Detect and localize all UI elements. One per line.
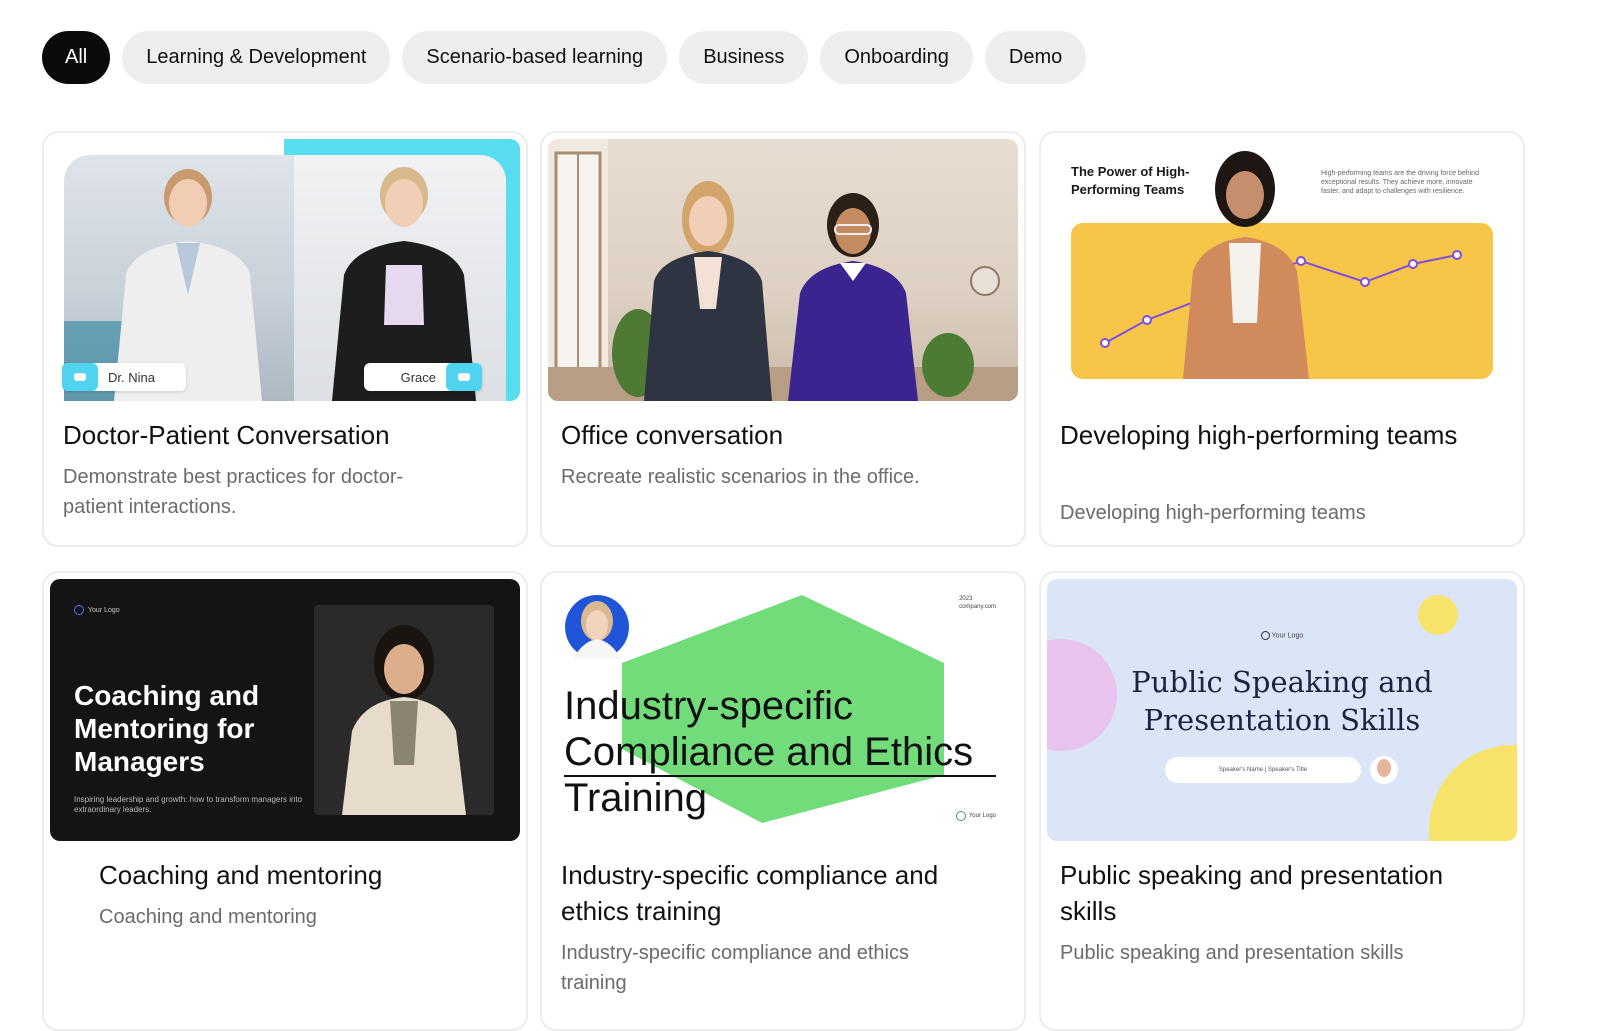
thumbnail-heading: Coaching and Mentoring for Managers: [74, 680, 260, 777]
thumbnail-year: 2023: [959, 596, 973, 602]
card-title: Developing high-performing teams: [1060, 420, 1458, 450]
speaker-name-pill: Speaker's Name | Speaker's Title: [1165, 757, 1361, 783]
template-card-compliance-ethics[interactable]: Industry-specific Compliance and Ethics …: [540, 571, 1026, 1031]
filter-chip-onboarding[interactable]: Onboarding: [820, 31, 973, 84]
template-thumbnail: Your Logo Public Speaking and Presentati…: [1047, 579, 1517, 841]
thumbnail-logo: Your Logo: [955, 811, 996, 821]
template-thumbnail: The Power of High-Performing Teams High-…: [1047, 139, 1517, 401]
logo-mark-icon: [74, 605, 84, 615]
card-title: Doctor-Patient Conversation: [63, 420, 390, 450]
filter-chip-learning-development[interactable]: Learning & Development: [122, 31, 391, 84]
logo-mark-icon: [955, 811, 966, 821]
template-thumbnail: Dr. Nina Grace: [50, 139, 520, 401]
speaker-tag-left: Dr. Nina: [62, 363, 186, 391]
thumbnail-heading-line-1: Industry-specific: [564, 684, 853, 728]
presenter-panel: [314, 605, 494, 815]
growth-line-chart-graphic: [1100, 151, 1462, 379]
thumbnail-heading-line-3: Training: [564, 776, 708, 820]
template-thumbnail: Industry-specific Compliance and Ethics …: [548, 579, 1018, 841]
thumbnail-year-label: 2023 company.com: [959, 595, 996, 611]
thumbnail-logo-label: Your Logo: [968, 813, 996, 819]
thumbnail-heading: Public Speaking and Presentation Skills: [1047, 663, 1517, 739]
card-title: Office conversation: [561, 420, 784, 450]
card-description: Recreate realistic scenarios in the offi…: [561, 466, 920, 488]
thumbnail-logo-label: Your Logo: [1271, 632, 1304, 640]
template-card-office-conversation[interactable]: Office conversation Recreate realistic s…: [540, 131, 1026, 547]
template-card-high-performing-teams[interactable]: The Power of High-Performing Teams High-…: [1039, 131, 1525, 547]
thumbnail-heading-line-2: Presentation Skills: [1143, 703, 1421, 737]
card-description: Public speaking and presentation skills: [1060, 942, 1404, 964]
card-description: Demonstrate best practices for doctor-pa…: [63, 466, 404, 518]
filter-chip-demo[interactable]: Demo: [984, 31, 1087, 84]
thumbnail-heading: Industry-specific Compliance and Ethics …: [564, 683, 973, 821]
card-title: Industry-specific compliance and ethics …: [561, 860, 939, 926]
thumbnail-subheading: Inspiring leadership and growth: how to …: [74, 795, 303, 814]
template-thumbnail: [548, 139, 1018, 401]
card-description: Developing high-performing teams: [1060, 502, 1366, 524]
thumbnail-logo: Your Logo: [1047, 631, 1517, 640]
thumbnail-site: company.com: [959, 604, 996, 610]
thumbnail-logo-label: Your Logo: [88, 606, 120, 614]
speaker-tag-right-label: Grace: [400, 369, 436, 385]
template-card-doctor-patient[interactable]: Dr. Nina Grace Doctor-Patient Conversati…: [42, 131, 528, 547]
filter-chip-all[interactable]: All: [42, 31, 111, 84]
logo-mark-icon: [1260, 631, 1270, 640]
presenter-avatar-image: [342, 625, 466, 815]
office-scene-image: [548, 139, 1018, 401]
template-card-coaching-mentoring[interactable]: Your Logo Coaching and Mentoring for Man…: [42, 571, 528, 1031]
thumbnail-heading-line-1: Public Speaking and: [1131, 665, 1433, 699]
speaker-tag-right: Grace: [364, 363, 482, 391]
filter-chip-scenario-based-learning[interactable]: Scenario-based learning: [402, 31, 668, 84]
card-title: Coaching and mentoring: [99, 860, 383, 890]
category-filter-bar: All Learning & Development Scenario-base…: [42, 31, 1087, 84]
thumbnail-heading-line-2: Compliance and Ethics: [564, 730, 974, 774]
speaker-tag-left-label: Dr. Nina: [108, 369, 155, 385]
card-description: Coaching and mentoring: [99, 906, 317, 928]
heading-underline: [564, 775, 996, 777]
thumbnail-logo: Your Logo: [74, 605, 120, 615]
card-description: Industry-specific compliance and ethics …: [561, 942, 909, 994]
card-title: Public speaking and presentation skills: [1060, 860, 1444, 926]
template-card-public-speaking[interactable]: Your Logo Public Speaking and Presentati…: [1039, 571, 1525, 1031]
filter-chip-business[interactable]: Business: [679, 31, 809, 84]
template-thumbnail: Your Logo Coaching and Mentoring for Man…: [50, 579, 520, 841]
